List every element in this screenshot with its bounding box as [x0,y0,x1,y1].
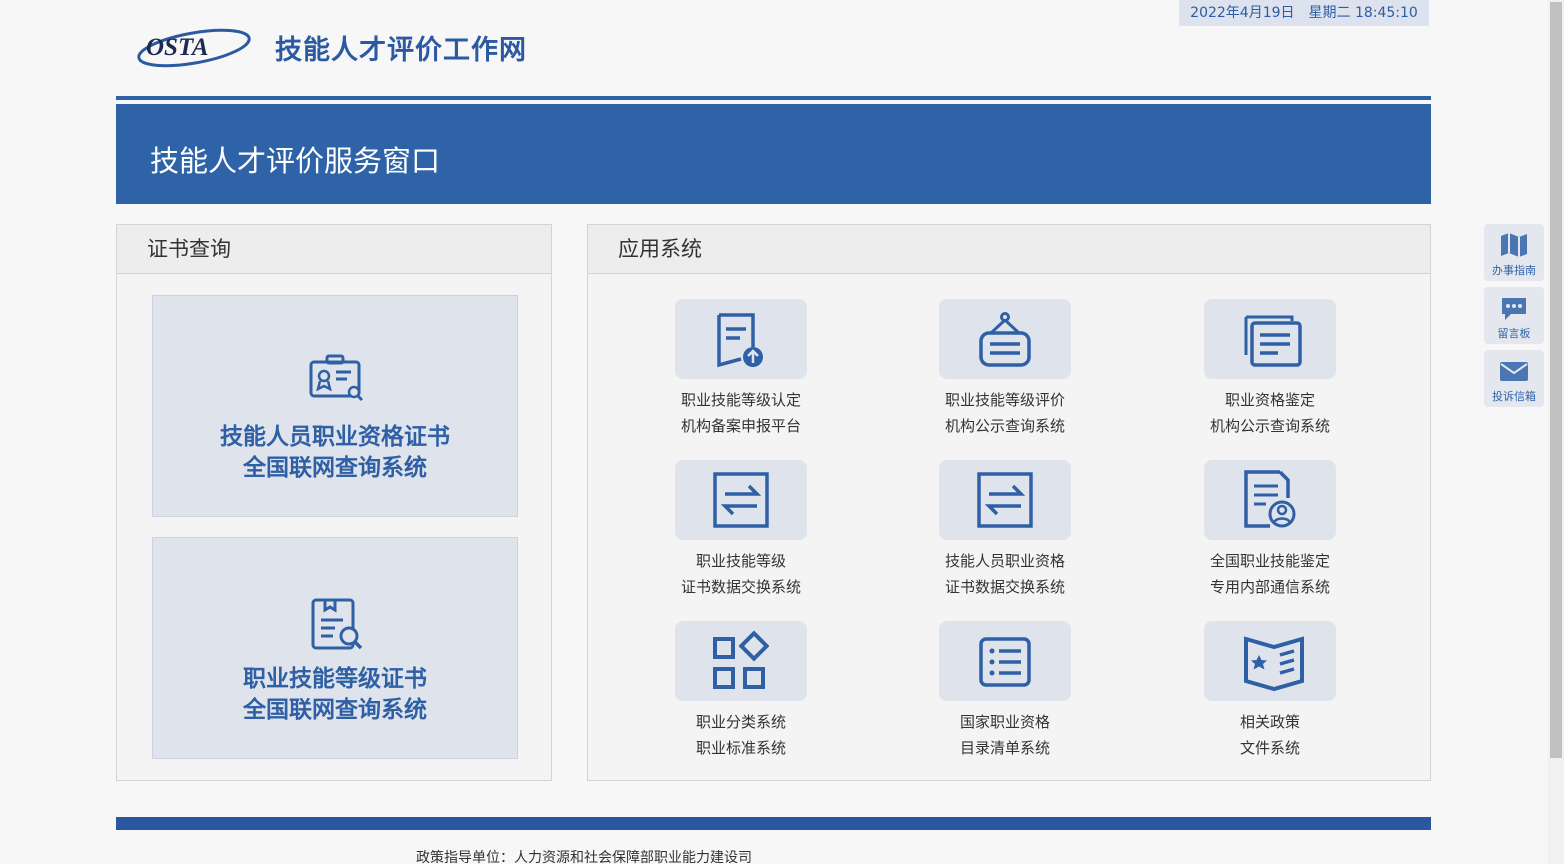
site-title[interactable]: 技能人才评价工作网 [275,28,527,67]
app-tile[interactable] [939,460,1071,540]
cert-card-line2: 全国联网查询系统 [243,455,427,481]
clipboard-search-icon [311,598,363,650]
app-label-line1: 全国职业技能鉴定 [1209,552,1330,570]
app-label-line2: 机构公示查询系统 [1209,417,1330,435]
app-item-policy-documents[interactable]: 相关政策 文件系统 [1170,621,1370,771]
app-tile[interactable] [939,299,1071,379]
side-tool-label: 办事指南 [1492,264,1536,277]
app-label-line2: 专用内部通信系统 [1209,578,1330,596]
side-tool-guide[interactable]: 办事指南 [1484,224,1544,281]
cert-card-line1: 职业技能等级证书 [243,666,427,692]
side-tool-label: 留言板 [1497,327,1531,340]
app-item-national-qualification-catalog[interactable]: 国家职业资格 目录清单系统 [905,621,1105,771]
certificate-panel-title: 证书查询 [117,225,551,274]
app-label-line2: 目录清单系统 [959,739,1050,757]
application-systems-panel: 应用系统 职业技能等级认定 机构备案申报平台 职业技能等级评价 机构公示查询系统… [587,224,1431,781]
app-tile[interactable] [1204,299,1336,379]
logo-text: OSTA [146,34,209,61]
document-upload-icon [717,313,763,368]
app-tile[interactable] [1204,621,1336,701]
app-label-line1: 职业技能等级 [695,552,786,570]
app-label-line1: 技能人员职业资格 [944,552,1065,570]
certificate-query-panel: 证书查询 技能人员职业资格证书 全国联网查询系统 职业技能等级证书 全国联网查询… [116,224,552,781]
app-item-skill-level-evaluation-query[interactable]: 职业技能等级评价 机构公示查询系统 [905,299,1105,449]
stacked-documents-icon [1244,315,1302,367]
mail-icon [1500,362,1528,381]
footer-policy-unit: 政策指导单位：人力资源和社会保障部职业能力建设司 [416,850,752,864]
app-item-internal-communication[interactable]: 全国职业技能鉴定 专用内部通信系统 [1170,460,1370,610]
certificate-search-icon [309,354,364,402]
app-panel-title: 应用系统 [588,225,1430,274]
skill-level-cert-query-card[interactable]: 职业技能等级证书 全国联网查询系统 [152,537,518,759]
app-label-line2: 机构备案申报平台 [680,417,801,435]
side-tool-label: 投诉信箱 [1492,390,1536,403]
osta-logo[interactable]: OSTA [136,24,254,72]
document-user-icon [1244,470,1296,528]
app-item-qualification-cert-exchange[interactable]: 技能人员职业资格 证书数据交换系统 [905,460,1105,610]
app-tile[interactable] [675,299,807,379]
current-weekday-time: 星期二 18:45:10 [1308,5,1418,21]
app-item-skill-level-recognition-platform[interactable]: 职业技能等级认定 机构备案申报平台 [641,299,841,449]
policy-book-icon [1244,636,1304,692]
app-label-line2: 文件系统 [1239,739,1300,757]
app-label-line1: 相关政策 [1239,713,1300,731]
cert-card-line2: 全国联网查询系统 [243,697,427,723]
app-tile[interactable] [675,621,807,701]
app-label-line1: 职业技能等级认定 [680,391,801,409]
hanging-sign-icon [979,312,1031,367]
app-label-line1: 职业分类系统 [695,713,786,731]
app-label-line1: 国家职业资格 [959,713,1050,731]
date-time-bar: 2022年4月19日 星期二 18:45:10 [1179,0,1429,26]
app-label-line1: 职业资格鉴定 [1224,391,1315,409]
app-label-line2: 机构公示查询系统 [944,417,1065,435]
exchange-arrows-icon [713,472,769,528]
page-scrollbar-thumb[interactable] [1550,2,1562,758]
footer-bar [116,817,1431,830]
app-label-line2: 证书数据交换系统 [944,578,1065,596]
chat-bubble-icon [1502,298,1526,320]
app-label-line2: 证书数据交换系统 [680,578,801,596]
cert-card-line1: 技能人员职业资格证书 [220,424,450,450]
osta-logo-icon: OSTA [137,28,251,68]
side-tool-complaint-mailbox[interactable]: 投诉信箱 [1484,350,1544,407]
current-date: 2022年4月19日 [1190,5,1295,21]
app-tile[interactable] [1204,460,1336,540]
app-item-occupational-classification[interactable]: 职业分类系统 职业标准系统 [641,621,841,771]
category-grid-icon [713,630,769,689]
skill-qualification-cert-query-card[interactable]: 技能人员职业资格证书 全国联网查询系统 [152,295,518,517]
list-icon [979,637,1031,687]
app-tile[interactable] [675,460,807,540]
map-guide-icon [1501,233,1527,257]
app-tile[interactable] [939,621,1071,701]
app-item-qualification-appraisal-query[interactable]: 职业资格鉴定 机构公示查询系统 [1170,299,1370,449]
side-tool-message-board[interactable]: 留言板 [1484,287,1544,344]
header-divider [116,96,1431,100]
service-banner: 技能人才评价服务窗口 [116,104,1431,204]
app-label-line2: 职业标准系统 [695,739,786,757]
exchange-arrows-icon [977,472,1033,528]
app-item-skill-level-cert-exchange[interactable]: 职业技能等级 证书数据交换系统 [641,460,841,610]
banner-title: 技能人才评价服务窗口 [150,144,441,178]
app-label-line1: 职业技能等级评价 [944,391,1065,409]
